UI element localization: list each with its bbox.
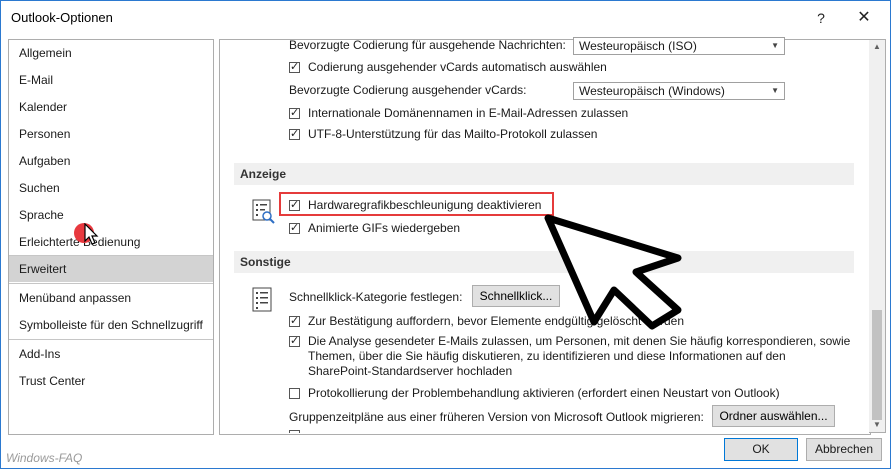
scrollbar-thumb[interactable] bbox=[872, 310, 882, 420]
sidebar-item-sprache[interactable]: Sprache bbox=[9, 202, 213, 228]
outgoing-encoding-value: Westeuropäisch (ISO) bbox=[579, 39, 697, 53]
window-title: Outlook-Optionen bbox=[11, 10, 113, 25]
vcards-auto-label: Codierung ausgehender vCards automatisch… bbox=[308, 60, 607, 74]
sidebar-divider bbox=[9, 283, 213, 284]
mouse-pointer-icon bbox=[84, 223, 99, 245]
analysis-label-line3: SharePoint-Standardserver hochladen bbox=[308, 364, 513, 378]
migrate-label: Gruppenzeitpläne aus einer früheren Vers… bbox=[289, 410, 704, 424]
analysis-label-line2: Themen, über die Sie häufig diskutieren,… bbox=[308, 349, 786, 363]
quickclick-label: Schnellklick-Kategorie festlegen: bbox=[289, 290, 463, 304]
partial-checkbox[interactable] bbox=[289, 430, 300, 433]
close-button[interactable]: ✕ bbox=[853, 7, 875, 29]
section-header-anzeige: Anzeige bbox=[234, 163, 854, 185]
logging-checkbox[interactable] bbox=[289, 388, 300, 399]
sidebar-item-add-ins[interactable]: Add-Ins bbox=[9, 341, 213, 367]
idn-checkbox[interactable] bbox=[289, 106, 300, 119]
vcards-encoding-value: Westeuropäisch (Windows) bbox=[579, 84, 725, 98]
sidebar-item-schnellzugriff[interactable]: Symbolleiste für den Schnellzugriff bbox=[9, 312, 213, 338]
utf8-label: UTF-8-Unterstützung für das Mailto-Proto… bbox=[308, 127, 598, 141]
sidebar-divider bbox=[9, 339, 213, 340]
highlight-box bbox=[279, 192, 554, 216]
chevron-down-icon: ▼ bbox=[771, 41, 779, 50]
sidebar-item-erleichterte-bedienung[interactable]: Erleichterte Bedienung bbox=[9, 229, 213, 255]
display-settings-icon bbox=[252, 199, 275, 224]
sidebar-item-personen[interactable]: Personen bbox=[9, 121, 213, 147]
analysis-label-line1: Die Analyse gesendeter E-Mails zulassen,… bbox=[308, 334, 851, 348]
scroll-up-icon[interactable]: ▲ bbox=[869, 40, 885, 54]
list-settings-icon bbox=[252, 287, 272, 312]
ok-button[interactable]: OK bbox=[724, 438, 798, 461]
annotation-arrow-icon bbox=[544, 214, 682, 330]
gif-label: Animierte GIFs wiedergeben bbox=[308, 221, 461, 235]
sidebar-item-allgemein[interactable]: Allgemein bbox=[9, 40, 213, 66]
vcards-auto-checkbox[interactable] bbox=[289, 60, 300, 73]
vcards-encoding-label: Bevorzugte Codierung ausgehender vCards: bbox=[289, 83, 527, 97]
sidebar-item-trust-center[interactable]: Trust Center bbox=[9, 368, 213, 394]
sidebar-item-suchen[interactable]: Suchen bbox=[9, 175, 213, 201]
sidebar-item-email[interactable]: E-Mail bbox=[9, 67, 213, 93]
sidebar-item-aufgaben[interactable]: Aufgaben bbox=[9, 148, 213, 174]
select-folder-button[interactable]: Ordner auswählen... bbox=[712, 405, 835, 427]
sidebar-item-erweitert[interactable]: Erweitert bbox=[9, 256, 213, 282]
utf8-checkbox[interactable] bbox=[289, 127, 300, 140]
title-bar: Outlook-Optionen ? ✕ bbox=[1, 1, 890, 35]
confirm-delete-checkbox[interactable] bbox=[289, 314, 300, 327]
chevron-down-icon: ▼ bbox=[771, 86, 779, 95]
help-button[interactable]: ? bbox=[810, 7, 832, 29]
outgoing-encoding-select[interactable]: Westeuropäisch (ISO) ▼ bbox=[573, 37, 785, 55]
sidebar-item-kalender[interactable]: Kalender bbox=[9, 94, 213, 120]
cancel-button[interactable]: Abbrechen bbox=[806, 438, 882, 461]
gif-checkbox[interactable] bbox=[289, 221, 300, 234]
sidebar-item-menueband-anpassen[interactable]: Menüband anpassen bbox=[9, 285, 213, 311]
sidebar: Allgemein E-Mail Kalender Personen Aufga… bbox=[8, 39, 214, 435]
vertical-scrollbar[interactable]: ▲ ▼ bbox=[869, 39, 886, 433]
scroll-down-icon[interactable]: ▼ bbox=[869, 418, 885, 432]
vcards-encoding-select[interactable]: Westeuropäisch (Windows) ▼ bbox=[573, 82, 785, 100]
idn-label: Internationale Domänennamen in E-Mail-Ad… bbox=[308, 106, 629, 120]
analysis-checkbox[interactable] bbox=[289, 334, 300, 347]
logging-label: Protokollierung der Problembehandlung ak… bbox=[308, 386, 780, 400]
watermark-text: Windows-FAQ bbox=[6, 451, 83, 465]
outgoing-encoding-label: Bevorzugte Codierung für ausgehende Nach… bbox=[289, 38, 566, 52]
